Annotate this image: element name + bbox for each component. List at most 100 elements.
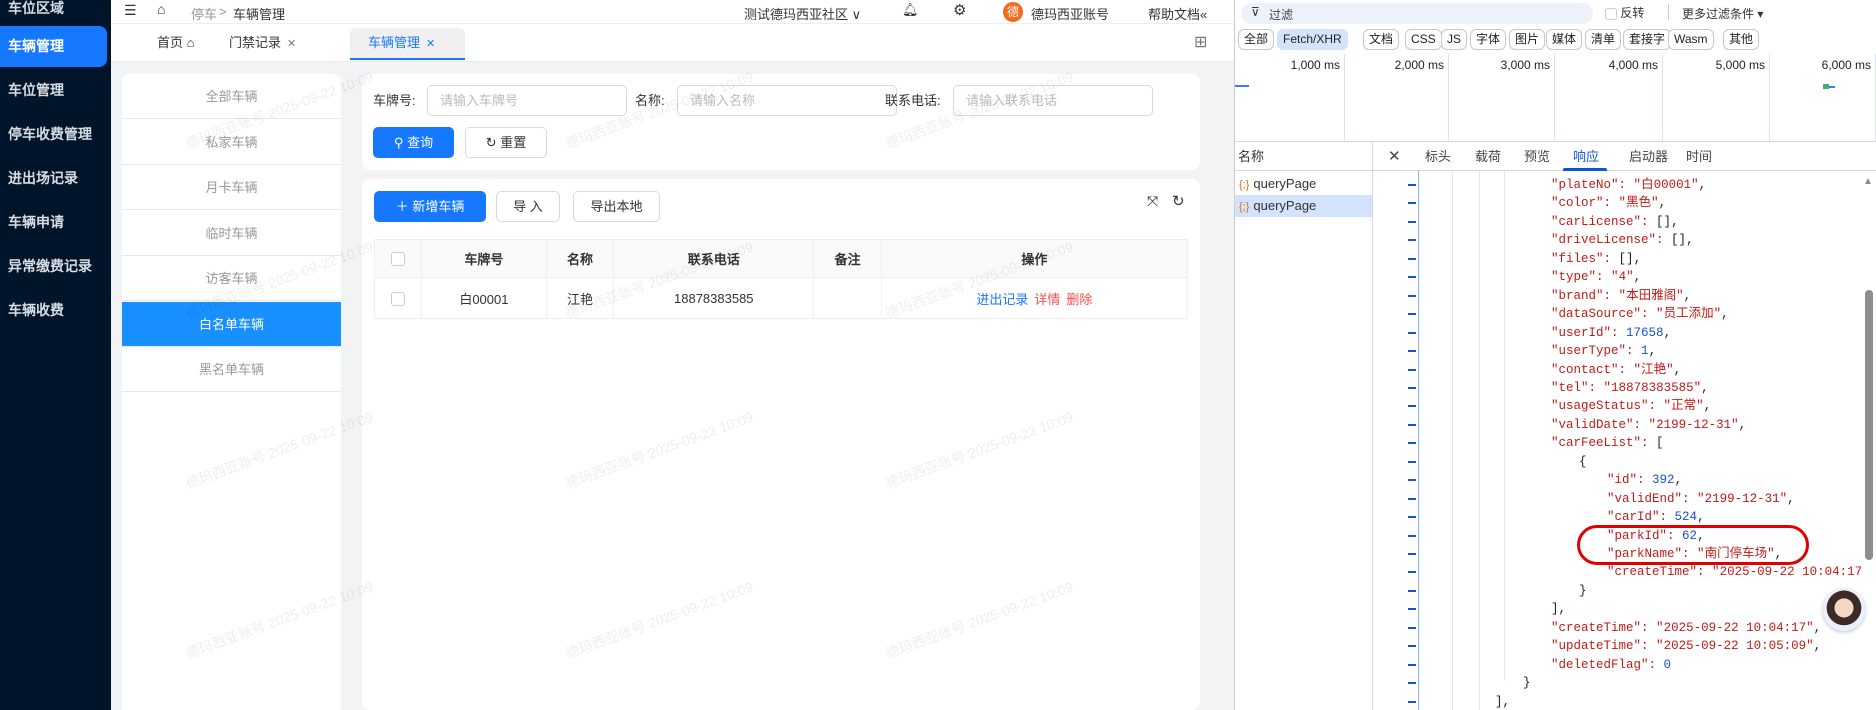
action-link[interactable]: 进出记录 bbox=[976, 292, 1028, 307]
column-header: 备注 bbox=[813, 239, 882, 278]
help-docs-link[interactable]: 帮助文档« bbox=[1148, 4, 1207, 23]
invert-checkbox[interactable]: 反转 bbox=[1605, 4, 1644, 21]
name-column-header[interactable]: 名称 bbox=[1235, 142, 1373, 171]
json-value: 2199-12-31 bbox=[1704, 491, 1780, 506]
type-filter-button[interactable]: 套接字 bbox=[1623, 29, 1672, 50]
gear-icon[interactable]: ⚙ bbox=[953, 1, 966, 19]
type-filter-button[interactable]: 图片 bbox=[1509, 29, 1546, 50]
sidebar-item[interactable]: 进出场记录 bbox=[0, 158, 107, 199]
json-key: "usageStatus": bbox=[1551, 399, 1664, 414]
category-item[interactable]: 临时车辆 bbox=[122, 211, 341, 256]
reset-button[interactable]: ↻ 重置 bbox=[465, 127, 547, 158]
breadcrumb-item[interactable]: 停车 bbox=[191, 4, 217, 23]
detail-tab[interactable]: 启动器 bbox=[1629, 142, 1668, 171]
type-filter-button[interactable]: 全部 bbox=[1238, 29, 1275, 50]
community-name: 测试德玛西亚社区 bbox=[744, 7, 849, 22]
grid-icon[interactable]: ⊞ bbox=[1194, 32, 1207, 52]
query-button[interactable]: ⚲ 查询 bbox=[373, 127, 454, 158]
close-detail-icon[interactable]: ✕ bbox=[1388, 142, 1401, 171]
bell-icon[interactable]: 🔔︎ bbox=[902, 2, 919, 18]
select-all-checkbox[interactable] bbox=[391, 252, 405, 267]
detail-tab[interactable]: 响应 bbox=[1573, 142, 1599, 171]
category-item[interactable]: 全部车辆 bbox=[122, 74, 341, 119]
close-icon[interactable]: ✕ bbox=[426, 38, 435, 50]
type-filter-button[interactable]: 其他 bbox=[1723, 29, 1760, 50]
json-value: 2025-09-22 10:04:17 bbox=[1719, 565, 1863, 580]
json-value: 392 bbox=[1652, 473, 1675, 488]
tab-access-records[interactable]: 门禁记录 ✕ bbox=[221, 28, 304, 60]
column-header: 车牌号 bbox=[421, 239, 547, 278]
type-filter-button[interactable]: CSS bbox=[1405, 29, 1442, 50]
tab-label: 门禁记录 bbox=[229, 35, 282, 50]
sidebar-item[interactable]: 异常缴费记录 bbox=[0, 246, 107, 287]
detail-tab[interactable]: 时间 bbox=[1686, 142, 1712, 171]
type-filter-button[interactable]: Wasm bbox=[1668, 29, 1714, 50]
type-filter-button[interactable]: Fetch/XHR bbox=[1277, 29, 1348, 50]
fullscreen-icon[interactable]: ⤧ bbox=[1147, 193, 1158, 210]
sidebar-item[interactable]: 停车收费管理 bbox=[0, 114, 107, 155]
json-line: "createTime": "2025-09-22 10:04:17", bbox=[1551, 620, 1822, 635]
sidebar-item[interactable]: 车辆管理 bbox=[0, 26, 107, 67]
checkbox[interactable] bbox=[1605, 7, 1617, 20]
category-item[interactable]: 白名单车辆 bbox=[122, 301, 341, 347]
table-header-row: 车牌号 名称 联系电话 备注 操作 bbox=[374, 239, 1189, 278]
more-filters-dropdown[interactable]: 更多过滤条件 ▾ bbox=[1682, 5, 1763, 22]
json-key: "validDate": bbox=[1551, 417, 1649, 432]
type-filter-button[interactable]: 清单 bbox=[1585, 29, 1622, 50]
sidebar-item[interactable]: 车辆申请 bbox=[0, 202, 107, 243]
type-filter-button[interactable]: JS bbox=[1441, 29, 1468, 50]
type-filter-button[interactable]: 媒体 bbox=[1546, 29, 1583, 50]
sidebar-item[interactable]: 车位管理 bbox=[0, 70, 107, 111]
detail-tab[interactable]: 预览 bbox=[1524, 142, 1550, 171]
tab-home[interactable]: 首页 ⌂ bbox=[149, 28, 203, 60]
type-filter-button[interactable]: 字体 bbox=[1470, 29, 1507, 50]
avatar[interactable]: 德 bbox=[1003, 2, 1023, 22]
name-input[interactable]: 请输入名称 bbox=[677, 85, 897, 116]
tel-input[interactable]: 请输入联系电话 bbox=[953, 85, 1153, 116]
category-item[interactable]: 私家车辆 bbox=[122, 120, 341, 165]
detail-tab[interactable]: 标头 bbox=[1425, 142, 1451, 171]
indent-guide bbox=[1504, 171, 1505, 681]
row-checkbox[interactable] bbox=[391, 291, 405, 306]
category-item[interactable]: 黑名单车辆 bbox=[122, 347, 341, 392]
scrollbar-thumb[interactable] bbox=[1865, 290, 1873, 560]
menu-collapse-icon[interactable]: ☰ bbox=[124, 2, 137, 19]
account-name[interactable]: 德玛西亚账号 bbox=[1031, 4, 1109, 23]
refresh-icon[interactable]: ↻ bbox=[1172, 192, 1185, 210]
community-selector[interactable]: 测试德玛西亚社区 ∨ bbox=[744, 4, 861, 23]
collapse-dash bbox=[1408, 294, 1416, 297]
plate-label: 车牌号: bbox=[373, 93, 416, 108]
collapse-dash bbox=[1408, 331, 1416, 334]
filter-input[interactable]: ⊽ 过滤 bbox=[1241, 3, 1593, 24]
collapse-dash bbox=[1408, 626, 1416, 629]
json-value: 江艳 bbox=[1641, 362, 1667, 377]
import-button[interactable]: 导 入 bbox=[496, 191, 560, 222]
assistant-avatar[interactable] bbox=[1823, 589, 1865, 631]
type-filter-button[interactable]: 文档 bbox=[1363, 29, 1400, 50]
home-icon[interactable]: ⌂ bbox=[157, 1, 165, 17]
plate-input[interactable]: 请输入车牌号 bbox=[427, 85, 627, 116]
tab-vehicle-management[interactable]: 车辆管理 ✕ bbox=[350, 28, 465, 60]
sidebar-item[interactable]: 车辆收费 bbox=[0, 290, 107, 331]
collapse-dash bbox=[1408, 423, 1416, 426]
collapse-dash bbox=[1408, 184, 1416, 186]
add-vehicle-button[interactable]: ＋ 新增车辆 bbox=[374, 191, 486, 222]
action-link[interactable]: 详情 bbox=[1034, 292, 1060, 307]
json-line: "driveLicense": [], bbox=[1551, 233, 1694, 248]
detail-tab[interactable]: 载荷 bbox=[1475, 142, 1501, 171]
collapse-dash bbox=[1408, 405, 1416, 408]
json-string: "18878383585" bbox=[1603, 380, 1702, 395]
category-item[interactable]: 访客车辆 bbox=[122, 256, 341, 301]
json-key-text: carLicense bbox=[1558, 214, 1634, 229]
scroll-up-arrow[interactable]: ▲ bbox=[1863, 176, 1873, 187]
action-link[interactable]: 删除 bbox=[1066, 292, 1092, 307]
json-string: "员工添加" bbox=[1656, 307, 1722, 322]
sidebar-item[interactable]: 车位区域 bbox=[0, 0, 107, 29]
json-string: "白00001" bbox=[1633, 178, 1699, 192]
collapse-dash bbox=[1408, 645, 1416, 648]
category-item[interactable]: 月卡车辆 bbox=[122, 165, 341, 210]
close-icon[interactable]: ✕ bbox=[287, 38, 296, 50]
export-button[interactable]: 导出本地 bbox=[573, 191, 660, 222]
json-key-text: type bbox=[1558, 270, 1589, 285]
json-key-text: userId bbox=[1558, 325, 1604, 340]
